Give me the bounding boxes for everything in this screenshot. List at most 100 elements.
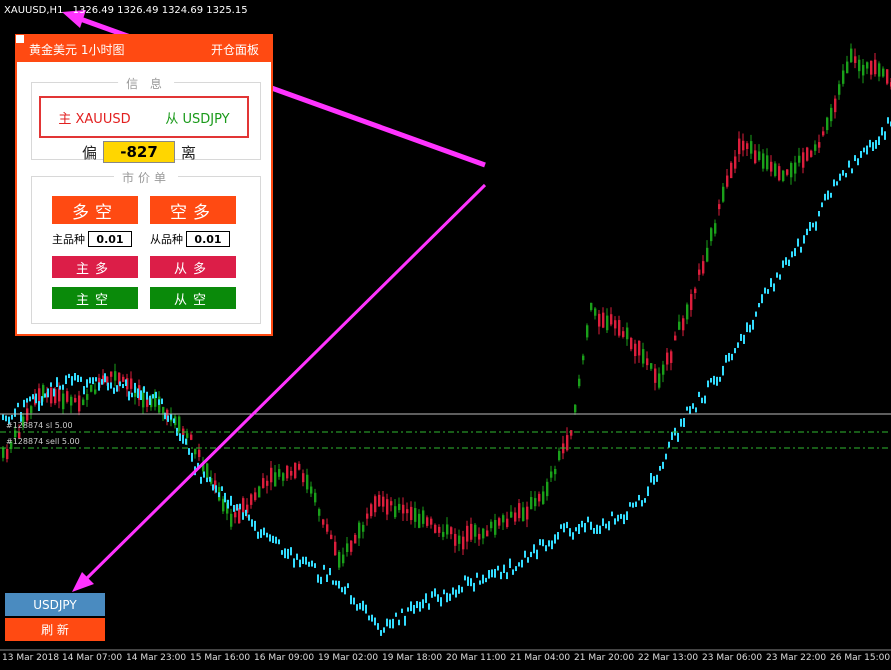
overlay-candle [455, 589, 457, 598]
overlay-candle [563, 523, 565, 533]
symbol-label: XAUUSD,H1 [4, 5, 64, 16]
overlay-candle [56, 377, 58, 388]
symbol-pair-box: 主 XAUUSD 从 USDJPY [39, 96, 249, 138]
overlay-candle [377, 623, 379, 630]
overlay-candle [602, 518, 604, 526]
panel-title: 黄金美元 1小时图 [29, 42, 125, 57]
overlay-candle [812, 222, 814, 228]
candle-body [682, 318, 685, 331]
candle-body [278, 469, 281, 477]
candle-body [466, 525, 469, 542]
overlay-candle [752, 319, 754, 330]
overlay-candle [344, 586, 346, 595]
overlay-candle [2, 414, 4, 421]
candle-body [338, 552, 341, 568]
overlay-candle [665, 453, 667, 460]
candle-body [462, 536, 465, 550]
overlay-candle [686, 406, 688, 411]
overlay-candle [347, 583, 349, 589]
overlay-candle [329, 568, 331, 576]
overlay-candle [245, 509, 247, 517]
overlay-candle [374, 617, 376, 626]
candle-body [302, 473, 305, 483]
short-long-button[interactable]: 空多 [150, 196, 236, 224]
main-symbol: 主 XAUUSD [58, 111, 131, 127]
overlay-candle [326, 574, 328, 582]
sub-lot-input[interactable]: 0.01 [186, 231, 230, 247]
overlay-candle [26, 398, 28, 403]
candle-body [542, 491, 545, 504]
overlay-candle [641, 500, 643, 507]
time-tick: 19 Mar 02:00 [318, 653, 379, 663]
candle-body [478, 533, 481, 540]
overlay-candle [866, 145, 868, 155]
overlay-candle [875, 140, 877, 149]
sub-long-button[interactable]: 从多 [150, 256, 236, 278]
candle-body [546, 481, 549, 497]
sub-short-button[interactable]: 从空 [150, 287, 236, 309]
main-long-button[interactable]: 主多 [52, 256, 138, 278]
overlay-candle [416, 601, 418, 609]
candle-body [470, 523, 473, 540]
overlay-candle [257, 531, 259, 539]
overlay-candle [854, 155, 856, 162]
overlay-candle [503, 564, 505, 574]
refresh-button[interactable]: 刷 新 [5, 618, 105, 641]
candle-body [734, 156, 737, 169]
overlay-candle [851, 168, 853, 174]
overlay-candle [83, 386, 85, 395]
candle-body [142, 392, 145, 408]
overlay-candle [782, 260, 784, 268]
overlay-candle [242, 512, 244, 520]
candle-body [130, 378, 133, 389]
overlay-candle [638, 494, 640, 501]
candle-body [30, 406, 33, 413]
overlay-candle [440, 597, 442, 607]
candle-body [418, 513, 421, 528]
overlay-candle [173, 418, 175, 424]
panel-corner-handle[interactable] [15, 34, 25, 44]
main-lot-input[interactable]: 0.01 [88, 231, 132, 247]
candle-body [802, 152, 805, 168]
candle-body [330, 534, 333, 540]
overlay-candle [86, 379, 88, 388]
overlay-candle [839, 173, 841, 181]
overlay-candle [755, 311, 757, 317]
usdjpy-button[interactable]: USDJPY [5, 593, 105, 616]
overlay-candle [425, 593, 427, 603]
overlay-candle [146, 391, 148, 400]
overlay-candle [596, 524, 598, 534]
time-tick: 15 Mar 16:00 [190, 653, 251, 663]
overlay-candle [617, 514, 619, 522]
overlay-candle [239, 503, 241, 510]
overlay-candle [485, 577, 487, 583]
candle-body [826, 117, 829, 131]
candle-body [578, 378, 581, 387]
overlay-candle [275, 536, 277, 544]
candle-body [62, 393, 65, 410]
overlay-candle [11, 414, 13, 420]
panel-title-bar[interactable]: 黄金美元 1小时图 开仓面板 [17, 36, 271, 62]
overlay-candle [590, 521, 592, 530]
candle-body [758, 151, 761, 161]
overlay-candle [683, 417, 685, 428]
candle-body [106, 376, 109, 383]
overlay-candle [398, 619, 400, 626]
candle-body [666, 352, 669, 365]
candle-body [78, 395, 81, 412]
ohlc-values: 1326.49 1326.49 1324.69 1325.15 [72, 5, 248, 16]
candle-body [282, 473, 285, 481]
time-tick: 19 Mar 18:00 [382, 653, 443, 663]
overlay-candle [401, 608, 403, 613]
long-short-button[interactable]: 多空 [52, 196, 138, 224]
overlay-candle [722, 365, 724, 376]
candle-body [266, 480, 269, 486]
candle-body [726, 175, 729, 187]
candle-body [718, 204, 721, 210]
overlay-candle [395, 612, 397, 617]
overlay-candle [65, 375, 67, 385]
main-short-button[interactable]: 主空 [52, 287, 138, 309]
overlay-candle [731, 353, 733, 361]
candle-body [58, 388, 61, 402]
overlay-candle [221, 486, 223, 491]
